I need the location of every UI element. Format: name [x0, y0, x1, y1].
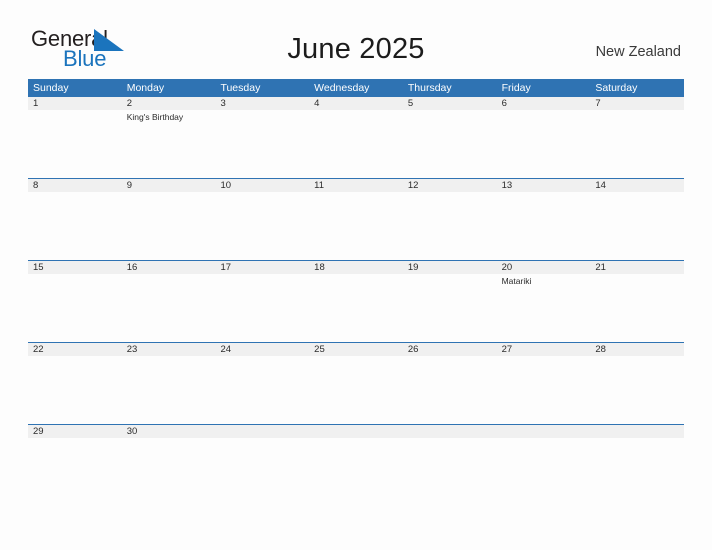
- day-number-empty: [215, 425, 309, 438]
- weekday-header-monday: Monday: [126, 82, 165, 94]
- calendar-week-row: 22 23 24 25 26 27 28: [28, 342, 684, 424]
- region-label: New Zealand: [595, 44, 681, 60]
- holiday-event-label: King's Birthday: [126, 112, 184, 122]
- day-number[interactable]: 14: [590, 179, 684, 192]
- day-cell[interactable]: [28, 356, 122, 424]
- day-number-band: 15 16 17 18 19 20 21: [28, 261, 684, 274]
- holiday-event-label: Matariki: [501, 276, 532, 286]
- weekday-header-friday: Friday: [501, 82, 531, 94]
- day-number[interactable]: 25: [309, 343, 403, 356]
- day-number-band: 29 30: [28, 425, 684, 438]
- day-number[interactable]: 29: [28, 425, 122, 438]
- day-number[interactable]: 4: [309, 97, 403, 110]
- day-cell[interactable]: [28, 110, 122, 178]
- day-event-band: [28, 356, 684, 424]
- day-cell[interactable]: [403, 356, 497, 424]
- day-cell[interactable]: [122, 192, 216, 260]
- day-number[interactable]: 16: [122, 261, 216, 274]
- day-number[interactable]: 2: [122, 97, 216, 110]
- day-cell[interactable]: [590, 356, 684, 424]
- day-number[interactable]: 10: [215, 179, 309, 192]
- weekday-header-wednesday: Wednesday: [314, 82, 370, 94]
- day-number[interactable]: 9: [122, 179, 216, 192]
- day-number[interactable]: 3: [215, 97, 309, 110]
- day-number[interactable]: 28: [590, 343, 684, 356]
- calendar-week-row: 1 2 3 4 5 6 7 King's Birthday: [28, 97, 684, 178]
- day-cell[interactable]: King's Birthday: [122, 110, 216, 178]
- day-event-band: [28, 192, 684, 260]
- day-number-empty: [497, 425, 591, 438]
- day-cell[interactable]: [215, 438, 309, 506]
- day-number[interactable]: 8: [28, 179, 122, 192]
- day-cell[interactable]: [309, 110, 403, 178]
- day-cell[interactable]: [309, 192, 403, 260]
- weekday-header-saturday: Saturday: [595, 82, 638, 94]
- day-number-band: 8 9 10 11 12 13 14: [28, 179, 684, 192]
- calendar-weeks: 1 2 3 4 5 6 7 King's Birthday 8 9 10 11 12 13 14 15 16 17…: [28, 97, 684, 506]
- day-number[interactable]: 18: [309, 261, 403, 274]
- weekday-header-tuesday: Tuesday: [220, 82, 261, 94]
- day-cell[interactable]: [497, 192, 591, 260]
- day-number[interactable]: 26: [403, 343, 497, 356]
- weekday-header-sunday: Sunday: [33, 82, 69, 94]
- day-cell[interactable]: [122, 438, 216, 506]
- day-cell[interactable]: [309, 274, 403, 342]
- weekday-header-thursday: Thursday: [407, 82, 452, 94]
- day-number[interactable]: 22: [28, 343, 122, 356]
- day-number[interactable]: 27: [497, 343, 591, 356]
- day-number-empty: [309, 425, 403, 438]
- day-number[interactable]: 17: [215, 261, 309, 274]
- calendar-week-row: 8 9 10 11 12 13 14: [28, 178, 684, 260]
- day-number-band: 22 23 24 25 26 27 28: [28, 343, 684, 356]
- day-cell[interactable]: [28, 438, 122, 506]
- day-cell[interactable]: [215, 110, 309, 178]
- day-cell[interactable]: [122, 356, 216, 424]
- day-cell[interactable]: [590, 438, 684, 506]
- day-cell[interactable]: [309, 356, 403, 424]
- day-number-band: 1234567: [28, 97, 684, 110]
- day-number[interactable]: 1: [28, 97, 122, 110]
- page-header: General Blue June 2025 New Zealand: [0, 0, 712, 78]
- day-cell[interactable]: Matariki: [497, 274, 591, 342]
- day-number[interactable]: 23: [122, 343, 216, 356]
- day-number[interactable]: 20: [497, 261, 591, 274]
- day-cell[interactable]: [403, 274, 497, 342]
- day-number[interactable]: 11: [309, 179, 403, 192]
- calendar-grid: Sunday Monday Tuesday Wednesday Thursday Frid…: [28, 79, 684, 506]
- day-cell[interactable]: [497, 110, 591, 178]
- day-event-band: Matariki: [28, 274, 684, 342]
- day-number[interactable]: 7: [590, 97, 684, 110]
- day-number[interactable]: 5: [403, 97, 497, 110]
- day-cell[interactable]: [215, 274, 309, 342]
- day-number[interactable]: 21: [590, 261, 684, 274]
- day-number[interactable]: 12: [403, 179, 497, 192]
- day-cell[interactable]: [122, 274, 216, 342]
- calendar-week-row: 15 16 17 18 19 20 21 Matariki: [28, 260, 684, 342]
- day-number[interactable]: 19: [403, 261, 497, 274]
- day-cell[interactable]: [497, 438, 591, 506]
- day-cell[interactable]: [590, 274, 684, 342]
- day-cell[interactable]: [403, 438, 497, 506]
- day-cell[interactable]: [403, 110, 497, 178]
- day-number[interactable]: 15: [28, 261, 122, 274]
- day-event-band: [28, 438, 684, 506]
- day-number[interactable]: 13: [497, 179, 591, 192]
- day-cell[interactable]: [28, 274, 122, 342]
- day-cell[interactable]: [497, 356, 591, 424]
- weekday-header-row: Sunday Monday Tuesday Wednesday Thursday Frid…: [28, 79, 684, 97]
- day-cell[interactable]: [590, 192, 684, 260]
- day-number[interactable]: 30: [122, 425, 216, 438]
- day-cell[interactable]: [403, 192, 497, 260]
- day-event-band: King's Birthday: [28, 110, 684, 178]
- day-cell[interactable]: [215, 356, 309, 424]
- day-cell[interactable]: [590, 110, 684, 178]
- day-cell[interactable]: [309, 438, 403, 506]
- day-number[interactable]: 24: [215, 343, 309, 356]
- day-cell[interactable]: [215, 192, 309, 260]
- day-number[interactable]: 6: [497, 97, 591, 110]
- calendar-week-row: 29 30: [28, 424, 684, 506]
- day-number-empty: [590, 425, 684, 438]
- day-number-empty: [403, 425, 497, 438]
- day-cell[interactable]: [28, 192, 122, 260]
